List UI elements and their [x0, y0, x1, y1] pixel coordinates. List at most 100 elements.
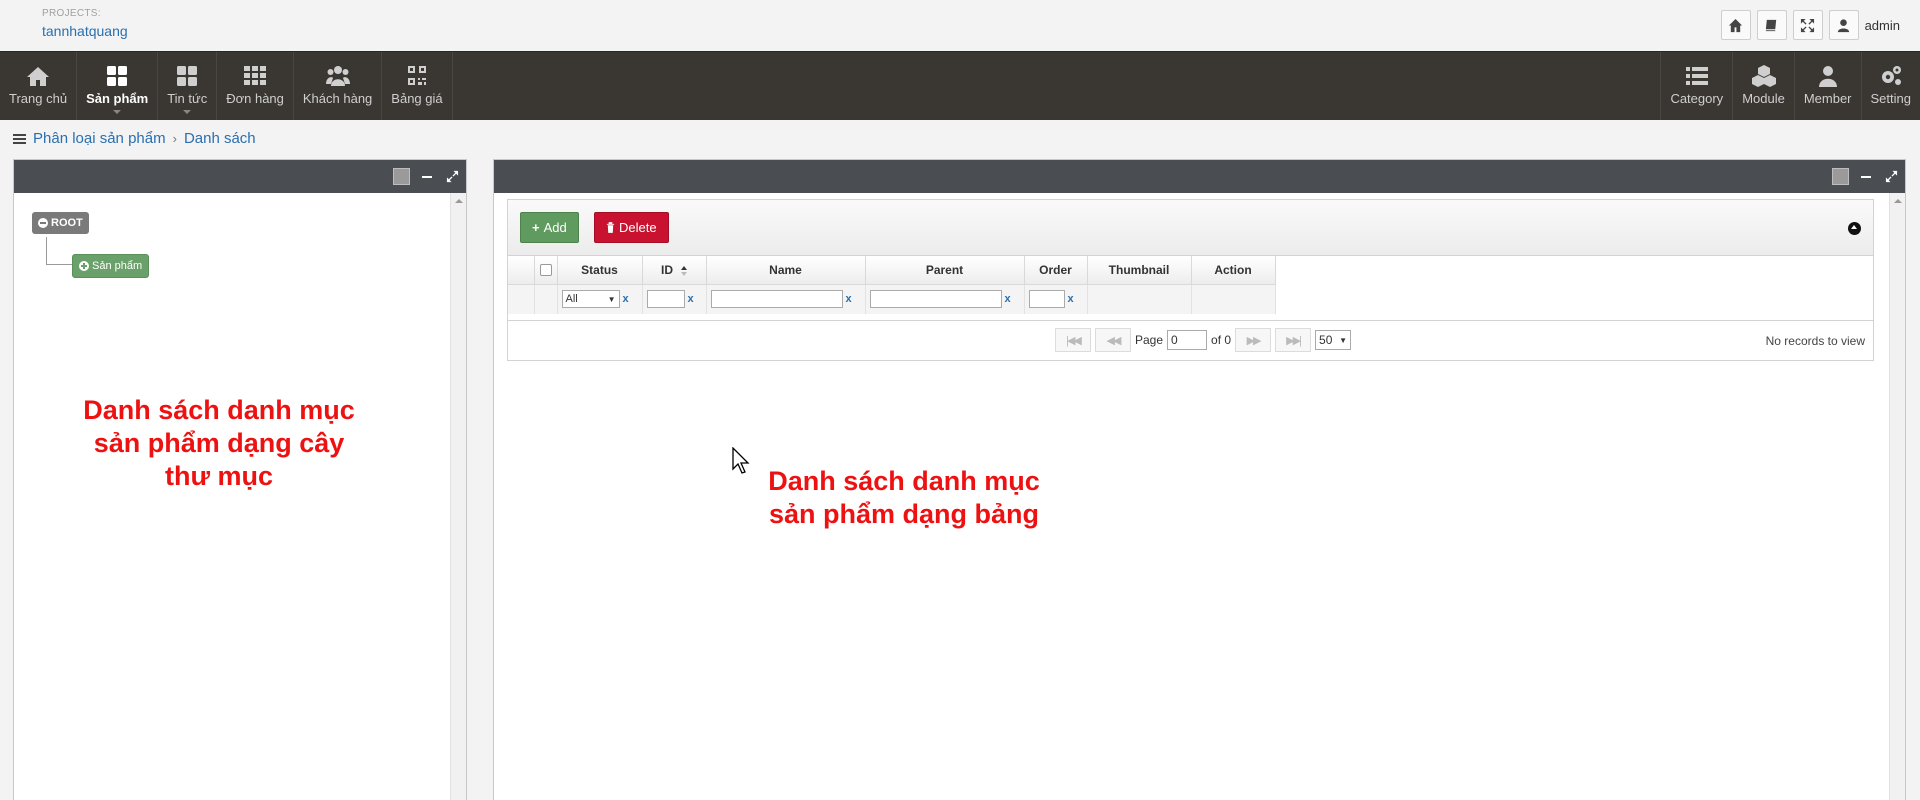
nav-label: Category — [1670, 90, 1724, 106]
main-navbar: Trang chủ Sản phẩm Tin tức Đơn hàng Khác… — [0, 51, 1920, 120]
add-button[interactable]: + Add — [520, 212, 579, 243]
hamburger-icon[interactable] — [13, 132, 26, 146]
scrollbar[interactable] — [1889, 193, 1905, 800]
nav-item-bang-gia[interactable]: Bảng giá — [382, 52, 453, 120]
select-all-checkbox[interactable] — [539, 263, 552, 276]
collapse-grid-icon[interactable] — [1848, 222, 1861, 235]
column-label: Status — [581, 262, 618, 277]
clear-filter-button[interactable]: x — [846, 293, 852, 305]
tree-node-root[interactable]: ROOT — [32, 212, 89, 234]
order-filter-input[interactable] — [1028, 290, 1065, 309]
records-info: No records to view — [1765, 334, 1865, 348]
top-header: PROJECTS: tannhatquang admin — [0, 0, 1920, 51]
table-panel: + Add Delete Status ID Name Parent Order — [493, 159, 1906, 800]
annotation-line: thư mục — [164, 461, 274, 491]
status-filter-select[interactable]: All ▼ — [561, 290, 620, 309]
grid-toolbar: + Add Delete — [508, 200, 1873, 256]
nav-label: Sản phẩm — [86, 90, 149, 106]
page-number-value: 0 — [1171, 333, 1178, 347]
nav-item-trang-chu[interactable]: Trang chủ — [0, 52, 78, 120]
column-header-parent[interactable]: Parent — [865, 256, 1025, 285]
annotation-line: sản phẩm dạng bảng — [768, 499, 1040, 529]
nav-label: Trang chủ — [9, 90, 68, 106]
minimize-icon[interactable] — [422, 175, 432, 178]
column-label: Name — [769, 262, 802, 277]
projects-label: PROJECTS: — [42, 8, 101, 19]
nav-item-setting[interactable]: Setting — [1860, 52, 1920, 120]
page-number-input[interactable]: 0 — [1167, 330, 1208, 350]
tree-node-label: ROOT — [51, 217, 83, 229]
user-menu[interactable]: admin — [1828, 10, 1900, 40]
expand-node-icon[interactable] — [79, 261, 89, 271]
first-page-icon[interactable]: |◀◀ — [1055, 328, 1091, 352]
column-label: Parent — [925, 262, 964, 277]
select-all-header[interactable] — [534, 256, 558, 285]
breadcrumb-item-list[interactable]: Danh sách — [184, 130, 256, 147]
column-header-status[interactable]: Status — [557, 256, 643, 285]
column-header-thumbnail[interactable]: Thumbnail — [1087, 256, 1192, 285]
column-header-order[interactable]: Order — [1024, 256, 1088, 285]
name-filter-input[interactable] — [710, 290, 843, 309]
clear-filter-button[interactable]: x — [1068, 293, 1074, 305]
book-icon[interactable] — [1756, 10, 1787, 40]
list-icon — [1685, 66, 1708, 85]
column-header-name[interactable]: Name — [706, 256, 866, 285]
dropdown-arrow-icon: ▼ — [1339, 335, 1348, 345]
expand-icon[interactable] — [444, 169, 460, 185]
breadcrumb: Phân loại sản phẩm › Danh sách — [13, 130, 256, 147]
nav-item-tin-tuc[interactable]: Tin tức — [158, 52, 218, 120]
tree-panel: ROOT Sản phẩm Danh sách danh mục sản phẩ… — [13, 159, 467, 800]
project-name-link[interactable]: tannhatquang — [42, 23, 128, 39]
home-icon — [27, 66, 50, 86]
tree-node-san-pham[interactable]: Sản phẩm — [72, 254, 150, 278]
tree-connector — [46, 237, 47, 265]
filter-cell — [1191, 284, 1276, 314]
annotation-line: sản phẩm dạng cây — [93, 428, 345, 458]
id-filter-input[interactable] — [646, 290, 685, 309]
delete-button[interactable]: Delete — [594, 212, 669, 243]
grid-pager: |◀◀ ◀◀ Page 0 of 0 ▶▶ ▶▶| 50 ▼ No records… — [508, 320, 1873, 360]
annotation-line: Danh sách danh mục — [83, 395, 355, 425]
column-label: Order — [1039, 262, 1072, 277]
next-page-icon[interactable]: ▶▶ — [1235, 328, 1272, 352]
row-number-header — [508, 256, 535, 285]
column-header-id[interactable]: ID — [642, 256, 707, 285]
expand-icon[interactable] — [1883, 169, 1899, 185]
scrollbar[interactable] — [450, 193, 466, 800]
nav-item-san-pham[interactable]: Sản phẩm — [77, 52, 159, 120]
clear-filter-button[interactable]: x — [623, 293, 629, 305]
column-header-action[interactable]: Action — [1191, 256, 1276, 285]
dropdown-arrow-icon: ▼ — [607, 294, 616, 304]
panel-option-icon[interactable] — [393, 168, 410, 185]
column-label: Thumbnail — [1108, 262, 1170, 277]
nav-item-module[interactable]: Module — [1732, 52, 1794, 120]
scroll-up-icon[interactable] — [454, 199, 463, 203]
collapse-icon[interactable] — [38, 218, 48, 228]
grid-4-icon — [107, 65, 128, 86]
last-page-icon[interactable]: ▶▶| — [1275, 328, 1312, 352]
prev-page-icon[interactable]: ◀◀ — [1095, 328, 1131, 352]
fullscreen-icon[interactable] — [1792, 10, 1823, 40]
home-icon[interactable] — [1720, 10, 1751, 40]
nav-item-member[interactable]: Member — [1793, 52, 1861, 120]
clear-filter-button[interactable]: x — [688, 293, 694, 305]
breadcrumb-item-category[interactable]: Phân loại sản phẩm — [33, 130, 166, 147]
panel-option-icon[interactable] — [1832, 168, 1849, 185]
nav-item-don-hang[interactable]: Đơn hàng — [217, 52, 294, 120]
caret-down-icon — [113, 110, 122, 114]
sort-icon[interactable] — [681, 265, 687, 276]
scroll-up-icon[interactable] — [1893, 199, 1902, 203]
nav-item-khach-hang[interactable]: Khách hàng — [294, 52, 383, 120]
parent-filter-input[interactable] — [869, 290, 1002, 309]
nav-label: Tin tức — [167, 90, 208, 106]
grid-header-row: Status ID Name Parent Order Thumbnail Ac… — [508, 256, 1276, 285]
page-size-select[interactable]: 50 ▼ — [1315, 330, 1352, 350]
nav-left: Trang chủ Sản phẩm Tin tức Đơn hàng Khác… — [0, 52, 453, 120]
filter-cell — [1087, 284, 1192, 314]
clear-filter-button[interactable]: x — [1005, 293, 1011, 305]
plus-icon: + — [532, 220, 540, 235]
nav-item-category[interactable]: Category — [1660, 52, 1732, 120]
filter-cell-id: x — [642, 284, 707, 314]
minimize-icon[interactable] — [1861, 175, 1871, 178]
nav-label: Module — [1742, 90, 1785, 106]
